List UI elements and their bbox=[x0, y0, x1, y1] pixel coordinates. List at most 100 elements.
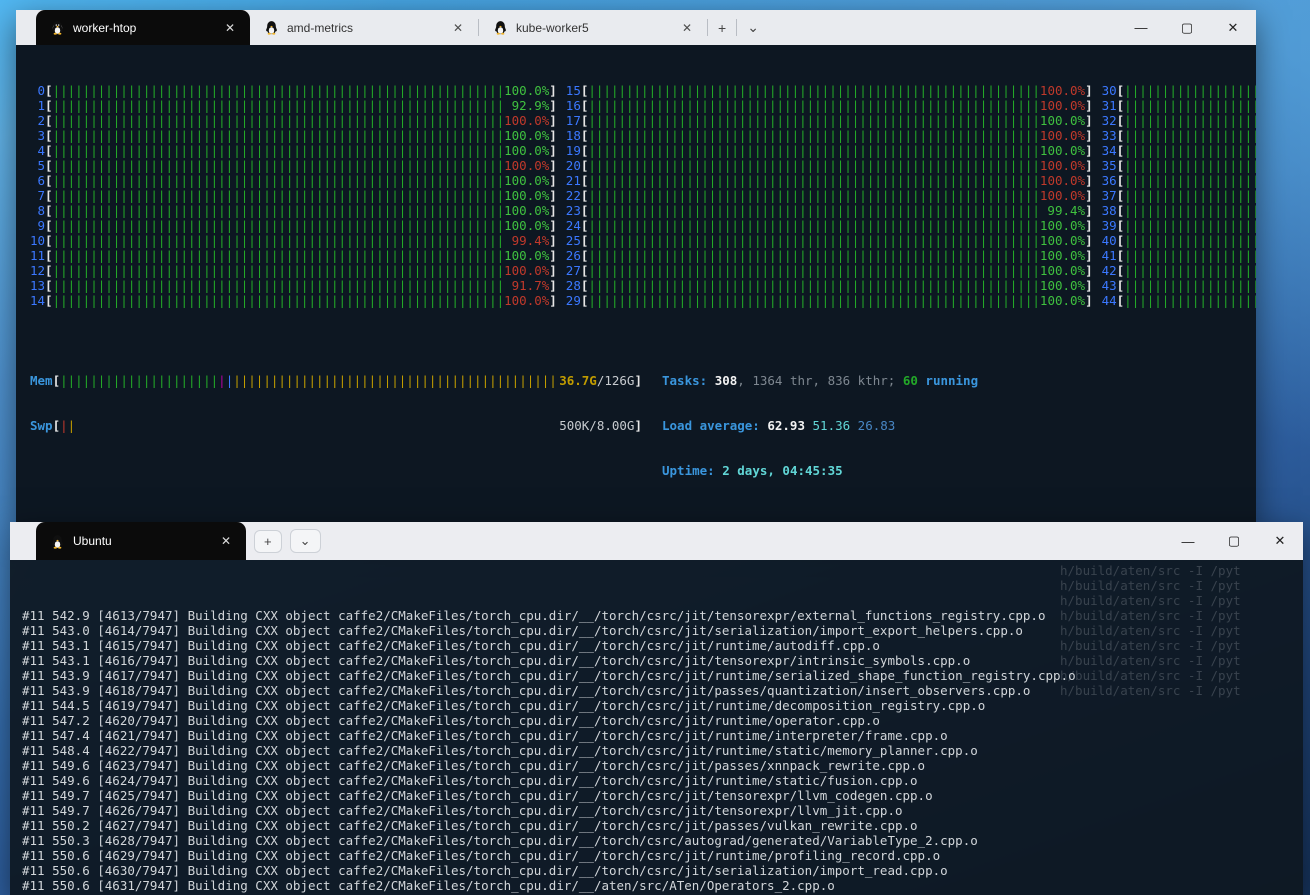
cpu-meter-14: 14[|||||||||||||||||||||||||||||||||||||… bbox=[30, 293, 557, 308]
tab-label: amd-metrics bbox=[287, 20, 354, 35]
swap-value: 500K/8.00G bbox=[559, 418, 635, 433]
cpu-meter-28: 28[|||||||||||||||||||||||||||||||||||||… bbox=[565, 278, 1093, 293]
tab-ubuntu[interactable]: Ubuntu ✕ bbox=[36, 522, 246, 560]
cpu-meter-11: 11[|||||||||||||||||||||||||||||||||||||… bbox=[30, 248, 557, 263]
maximize-button[interactable]: ▢ bbox=[1164, 10, 1210, 45]
load-average-line: Load average: 62.93 51.36 26.83 bbox=[662, 418, 896, 433]
cpu-meter-37: 37[|||||||||||||||||||||||||||||||||||||… bbox=[1101, 188, 1256, 203]
cpu-meter-0: 0[||||||||||||||||||||||||||||||||||||||… bbox=[37, 83, 557, 98]
swap-bar: || bbox=[60, 418, 76, 433]
tab-label: worker-htop bbox=[73, 20, 137, 35]
cpu-meter-9: 9[||||||||||||||||||||||||||||||||||||||… bbox=[37, 218, 557, 233]
tab-amd-metrics[interactable]: amd-metrics ✕ bbox=[250, 10, 478, 45]
cpu-meter-16: 16[|||||||||||||||||||||||||||||||||||||… bbox=[565, 98, 1093, 113]
htop-terminal-content[interactable]: 0[||||||||||||||||||||||||||||||||||||||… bbox=[16, 45, 1256, 523]
cpu-meter-35: 35[|||||||||||||||||||||||||||||||||||||… bbox=[1101, 158, 1256, 173]
log-line: #11 550.6 [4631/7947] Building CXX objec… bbox=[22, 878, 835, 893]
log-line: #11 547.4 [4621/7947] Building CXX objec… bbox=[22, 728, 948, 743]
tab-dropdown-button[interactable]: ⌄ bbox=[289, 529, 321, 553]
minimize-button[interactable]: — bbox=[1118, 10, 1164, 45]
cpu-meter-22: 22[|||||||||||||||||||||||||||||||||||||… bbox=[565, 188, 1093, 203]
cpu-meter-40: 40[|||||||||||||||||||||||||||||||||||||… bbox=[1101, 233, 1256, 248]
tab-worker-htop[interactable]: worker-htop ✕ bbox=[36, 10, 250, 45]
window-controls: — ▢ ✕ bbox=[1165, 522, 1303, 560]
htop-titlebar[interactable]: worker-htop ✕ amd-metrics ✕ kube-worker5… bbox=[16, 10, 1256, 45]
cpu-meter-24: 24[|||||||||||||||||||||||||||||||||||||… bbox=[565, 218, 1093, 233]
log-line: #11 548.4 [4622/7947] Building CXX objec… bbox=[22, 743, 978, 758]
log-line: #11 550.6 [4630/7947] Building CXX objec… bbox=[22, 863, 948, 878]
tab-close-icon[interactable]: ✕ bbox=[216, 532, 236, 550]
window-ubuntu: Ubuntu ✕ + ⌄ — ▢ ✕ h/build/aten/src -I /… bbox=[10, 522, 1303, 895]
log-line: #11 549.6 [4624/7947] Building CXX objec… bbox=[22, 773, 918, 788]
ubuntu-terminal-content[interactable]: h/build/aten/src -I /pyt h/build/aten/src… bbox=[10, 560, 1303, 895]
log-line: #11 547.2 [4620/7947] Building CXX objec… bbox=[22, 713, 880, 728]
tab-close-icon[interactable]: ✕ bbox=[677, 19, 697, 37]
cpu-meter-41: 41[|||||||||||||||||||||||||||||||||||||… bbox=[1101, 248, 1256, 263]
tab-close-icon[interactable]: ✕ bbox=[448, 19, 468, 37]
tux-icon bbox=[266, 21, 277, 35]
log-line: #11 543.0 [4614/7947] Building CXX objec… bbox=[22, 623, 1023, 638]
tab-label: kube-worker5 bbox=[516, 20, 589, 35]
new-tab-button[interactable]: + bbox=[254, 529, 282, 553]
cpu-meter-44: 44[|||||||||||||||||||||||||||||||||||||… bbox=[1101, 293, 1256, 308]
titlebar-spacer bbox=[10, 522, 36, 560]
window-worker-htop: worker-htop ✕ amd-metrics ✕ kube-worker5… bbox=[16, 10, 1256, 523]
tasks-line: Tasks: 308, 1364 thr, 836 kthr; 60 runni… bbox=[662, 373, 979, 388]
cpu-meter-8: 8[||||||||||||||||||||||||||||||||||||||… bbox=[37, 203, 557, 218]
maximize-button[interactable]: ▢ bbox=[1211, 522, 1257, 560]
tux-icon bbox=[52, 21, 63, 35]
uptime-line: Uptime: 2 days, 04:45:35 bbox=[662, 463, 843, 478]
cpu-meter-17: 17[|||||||||||||||||||||||||||||||||||||… bbox=[565, 113, 1093, 128]
swap-meter: Swp[|| 500K/8.00G] bbox=[30, 418, 642, 433]
tux-icon bbox=[52, 534, 63, 549]
tab-close-icon[interactable]: ✕ bbox=[220, 19, 240, 37]
window-controls: — ▢ ✕ bbox=[1118, 10, 1256, 45]
tab-kube-worker5[interactable]: kube-worker5 ✕ bbox=[479, 10, 707, 45]
cpu-meter-36: 36[|||||||||||||||||||||||||||||||||||||… bbox=[1101, 173, 1256, 188]
log-line: #11 549.7 [4626/7947] Building CXX objec… bbox=[22, 803, 903, 818]
tab-dropdown-button[interactable]: ⌄ bbox=[737, 17, 769, 38]
cpu-meter-29: 29[|||||||||||||||||||||||||||||||||||||… bbox=[565, 293, 1093, 308]
log-line: #11 543.1 [4616/7947] Building CXX objec… bbox=[22, 653, 971, 668]
cpu-meter-43: 43[|||||||||||||||||||||||||||||||||||||… bbox=[1101, 278, 1256, 293]
cpu-meter-18: 18[|||||||||||||||||||||||||||||||||||||… bbox=[565, 128, 1093, 143]
minimize-button[interactable]: — bbox=[1165, 522, 1211, 560]
system-info: Tasks: 308, 1364 thr, 836 kthr; 60 runni… bbox=[662, 343, 978, 508]
cpu-meter-31: 31[|||||||||||||||||||||||||||||||||||||… bbox=[1101, 98, 1256, 113]
cpu-meter-15: 15[|||||||||||||||||||||||||||||||||||||… bbox=[565, 83, 1093, 98]
cpu-meter-21: 21[|||||||||||||||||||||||||||||||||||||… bbox=[565, 173, 1093, 188]
cpu-meter-26: 26[|||||||||||||||||||||||||||||||||||||… bbox=[565, 248, 1093, 263]
cpu-meter-23: 23[|||||||||||||||||||||||||||||||||||||… bbox=[565, 203, 1093, 218]
log-line: #11 550.3 [4628/7947] Building CXX objec… bbox=[22, 833, 978, 848]
cpu-meter-19: 19[|||||||||||||||||||||||||||||||||||||… bbox=[565, 143, 1093, 158]
cpu-meter-20: 20[|||||||||||||||||||||||||||||||||||||… bbox=[565, 158, 1093, 173]
cpu-meter-12: 12[|||||||||||||||||||||||||||||||||||||… bbox=[30, 263, 557, 278]
tab-label: Ubuntu bbox=[73, 534, 112, 548]
log-line: #11 544.5 [4619/7947] Building CXX objec… bbox=[22, 698, 986, 713]
close-button[interactable]: ✕ bbox=[1257, 522, 1303, 560]
log-line: #11 549.6 [4623/7947] Building CXX objec… bbox=[22, 758, 926, 773]
cpu-meter-6: 6[||||||||||||||||||||||||||||||||||||||… bbox=[37, 173, 557, 188]
cpu-meter-25: 25[|||||||||||||||||||||||||||||||||||||… bbox=[565, 233, 1093, 248]
cpu-meter-34: 34[|||||||||||||||||||||||||||||||||||||… bbox=[1101, 143, 1256, 158]
tux-icon bbox=[495, 21, 506, 35]
new-tab-button[interactable]: + bbox=[708, 18, 736, 38]
cpu-meter-38: 38[|||||||||||||||||||||||||||||||||||||… bbox=[1101, 203, 1256, 218]
cpu-meter-3: 3[||||||||||||||||||||||||||||||||||||||… bbox=[37, 128, 557, 143]
cpu-meter-1: 1[||||||||||||||||||||||||||||||||||||||… bbox=[37, 98, 557, 113]
cpu-meter-39: 39[|||||||||||||||||||||||||||||||||||||… bbox=[1101, 218, 1256, 233]
memory-meter: Mem[||||||||||||||||||||||||||||||||||||… bbox=[30, 373, 642, 388]
cpu-meter-5: 5[||||||||||||||||||||||||||||||||||||||… bbox=[37, 158, 557, 173]
cpu-meter-42: 42[|||||||||||||||||||||||||||||||||||||… bbox=[1101, 263, 1256, 278]
log-line: #11 550.6 [4629/7947] Building CXX objec… bbox=[22, 848, 941, 863]
memory-value: 36.7G/126G bbox=[559, 373, 635, 388]
close-button[interactable]: ✕ bbox=[1210, 10, 1256, 45]
cpu-meter-grid: 0[||||||||||||||||||||||||||||||||||||||… bbox=[30, 83, 1256, 308]
log-line: #11 543.1 [4615/7947] Building CXX objec… bbox=[22, 638, 880, 653]
cpu-meter-4: 4[||||||||||||||||||||||||||||||||||||||… bbox=[37, 143, 557, 158]
titlebar-spacer bbox=[16, 10, 36, 45]
log-line: #11 549.7 [4625/7947] Building CXX objec… bbox=[22, 788, 933, 803]
memory-bar: ||||||||||||||||||||||||||||||||||||||||… bbox=[60, 373, 560, 388]
ubuntu-titlebar[interactable]: Ubuntu ✕ + ⌄ — ▢ ✕ bbox=[10, 522, 1303, 560]
cpu-meter-10: 10[|||||||||||||||||||||||||||||||||||||… bbox=[30, 233, 557, 248]
